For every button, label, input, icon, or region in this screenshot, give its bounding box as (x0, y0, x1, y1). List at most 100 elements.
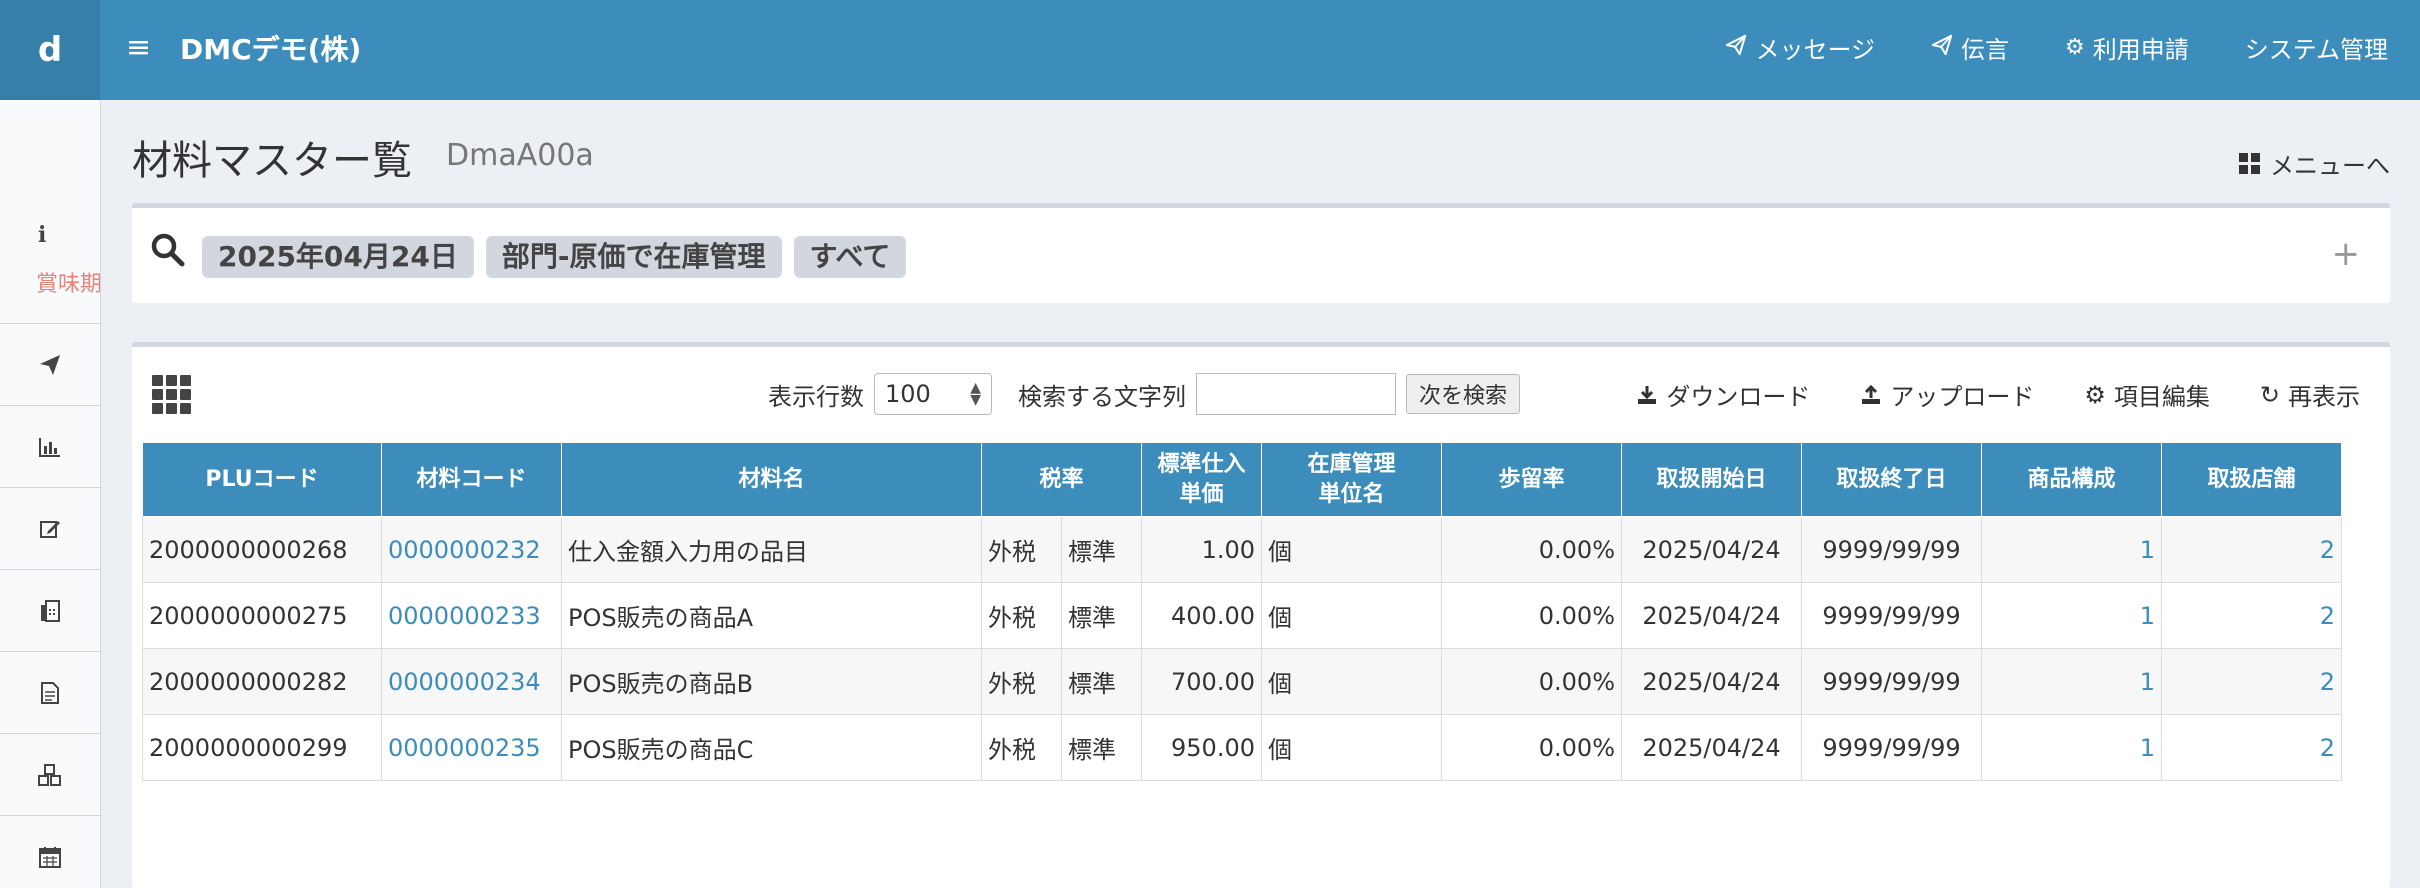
cell-material-code-link[interactable]: 0000000232 (381, 516, 562, 583)
list-toolbar: 表示行数 100 ▲ ▼ 検索する文字列 次を検索 (768, 373, 1521, 415)
cell-price: 950.00 (1141, 714, 1262, 781)
condition-chip-department: 部門-原価で在庫管理 (485, 236, 782, 278)
nav-memo-label: 伝言 (1960, 36, 2009, 64)
cell-yield: 0.00% (1441, 582, 1622, 649)
sidebar-item-document[interactable] (0, 652, 100, 734)
col-header-material-name[interactable]: 材料名 (561, 442, 982, 517)
col-header-yield[interactable]: 歩留率 (1441, 442, 1622, 517)
cell-stores-link[interactable]: 2 (2161, 648, 2342, 715)
cubes-icon (38, 763, 61, 786)
search-condition-chips: 2025年04月24日 部門-原価で在庫管理 すべて (202, 236, 907, 278)
send-icon (1725, 34, 1747, 62)
download-button[interactable]: ダウンロード (1636, 377, 1810, 412)
cell-tax-type: 外税 (981, 516, 1062, 583)
refresh-button[interactable]: ↻ 再表示 (2260, 377, 2360, 412)
find-next-button[interactable]: 次を検索 (1406, 374, 1521, 414)
nav-usage-request[interactable]: ⚙ 利用申請 (2065, 30, 2189, 65)
sidebar-item-fax[interactable] (0, 570, 100, 652)
cell-price: 700.00 (1141, 648, 1262, 715)
cell-yield: 0.00% (1441, 648, 1622, 715)
edit-fields-button[interactable]: ⚙ 項目編集 (2084, 377, 2210, 412)
expand-plus-icon[interactable]: + (2332, 234, 2361, 274)
calendar-icon (39, 846, 61, 868)
sidebar-item-info[interactable]: i 賞味期 (0, 100, 100, 324)
search-string-input[interactable] (1196, 373, 1396, 415)
cell-material-code-link[interactable]: 0000000234 (381, 648, 562, 715)
cell-price: 400.00 (1141, 582, 1262, 649)
sidebar-item-cubes[interactable] (0, 734, 100, 816)
list-actions: ダウンロード アップロード ⚙ 項目編集 ↻ 再表示 (1636, 377, 2360, 412)
download-label: ダウンロード (1666, 383, 1811, 411)
grid-menu-icon[interactable] (152, 375, 191, 414)
cell-price: 1.00 (1141, 516, 1262, 583)
refresh-icon: ↻ (2259, 380, 2280, 409)
col-header-composition[interactable]: 商品構成 (1981, 442, 2162, 517)
cell-composition-link[interactable]: 1 (1981, 582, 2162, 649)
cell-composition-link[interactable]: 1 (1981, 648, 2162, 715)
cell-tax-class: 標準 (1061, 516, 1142, 583)
nav-system-admin[interactable]: システム管理 (2245, 30, 2388, 65)
std-price-line2: 単価 (1179, 481, 1224, 507)
menu-link[interactable]: メニューへ (2239, 146, 2390, 181)
cell-plu: 2000000000268 (142, 516, 382, 583)
upload-button[interactable]: アップロード (1860, 377, 2034, 412)
table-row: 2000000000268 0000000232 仕入金額入力用の品目 外税 標… (142, 516, 2342, 583)
col-header-stores[interactable]: 取扱店舗 (2161, 442, 2342, 517)
cell-composition-link[interactable]: 1 (1981, 714, 2162, 781)
nav-messages[interactable]: メッセージ (1725, 30, 1875, 65)
cell-stores-link[interactable]: 2 (2161, 516, 2342, 583)
cell-end-date: 9999/99/99 (1801, 648, 1982, 715)
cell-composition-link[interactable]: 1 (1981, 516, 2162, 583)
condition-chip-all: すべて (793, 236, 907, 278)
company-name: DMCデモ(株) (180, 33, 362, 66)
sidebar-item-send[interactable] (0, 324, 100, 406)
nav-messages-label: メッセージ (1755, 36, 1875, 64)
nav-memo[interactable]: 伝言 (1931, 30, 2009, 65)
table-header-row: PLUコード 材料コード 材料名 税率 標準仕入 単価 在庫管理単位名 歩留率 取… (142, 442, 2342, 517)
cell-unit: 個 (1261, 714, 1442, 781)
cell-stores-link[interactable]: 2 (2161, 714, 2342, 781)
cell-material-code-link[interactable]: 0000000235 (381, 714, 562, 781)
col-header-plu[interactable]: PLUコード (142, 442, 382, 517)
col-header-stock-unit[interactable]: 在庫管理 単位名 (1261, 442, 1442, 517)
col-header-end-date[interactable]: 取扱終了日 (1801, 442, 1982, 517)
table-row: 2000000000275 0000000233 POS販売の商品A 外税 標準… (142, 582, 2342, 649)
stock-unit-line2: 単位名 (1318, 481, 1385, 507)
col-header-tax-rate[interactable]: 税率 (981, 442, 1142, 517)
cell-unit: 個 (1261, 516, 1442, 583)
col-header-start-date[interactable]: 取扱開始日 (1621, 442, 1802, 517)
top-nav-links: メッセージ 伝言 ⚙ 利用申請 システム管理 (1725, 30, 2388, 65)
search-string-label: 検索する文字列 (1018, 382, 1186, 411)
cell-tax-type: 外税 (981, 648, 1062, 715)
rows-per-page-select[interactable]: 100 ▲ ▼ (874, 373, 992, 415)
rows-label: 表示行数 (768, 382, 864, 411)
nav-usage-request-label: 利用申請 (2092, 36, 2189, 64)
col-header-material-code[interactable]: 材料コード (381, 442, 562, 517)
cell-start-date: 2025/04/24 (1621, 648, 1802, 715)
hamburger-menu-icon[interactable]: ≡ (126, 30, 151, 65)
cell-tax-class: 標準 (1061, 582, 1142, 649)
updown-chevron-icon: ▲ ▼ (970, 380, 981, 408)
top-navbar: d ≡ DMCデモ(株) メッセージ 伝言 ⚙ 利用申請 システム管理 (0, 0, 2420, 100)
cell-plu: 2000000000299 (142, 714, 382, 781)
nav-system-admin-label: システム管理 (2244, 36, 2388, 64)
cell-tax-type: 外税 (981, 582, 1062, 649)
cell-yield: 0.00% (1441, 516, 1622, 583)
col-header-std-price[interactable]: 標準仕入 単価 (1141, 442, 1262, 517)
cell-material-code-link[interactable]: 0000000233 (381, 582, 562, 649)
app-logo[interactable]: d (0, 0, 100, 100)
cell-end-date: 9999/99/99 (1801, 582, 1982, 649)
cell-stores-link[interactable]: 2 (2161, 582, 2342, 649)
cell-start-date: 2025/04/24 (1621, 582, 1802, 649)
condition-chip-date: 2025年04月24日 (202, 236, 474, 278)
cell-plu: 2000000000275 (142, 582, 382, 649)
sidebar-item-calendar[interactable] (0, 816, 100, 888)
stock-unit-line1: 在庫管理 (1307, 451, 1396, 477)
sidebar-item-chart[interactable] (0, 406, 100, 488)
cell-material-name: POS販売の商品B (561, 648, 982, 715)
cell-unit: 個 (1261, 648, 1442, 715)
material-table: PLUコード 材料コード 材料名 税率 標準仕入 単価 在庫管理単位名 歩留率 取… (142, 442, 2342, 781)
search-icon[interactable] (150, 232, 186, 272)
refresh-label: 再表示 (2288, 383, 2360, 411)
sidebar-item-edit[interactable] (0, 488, 100, 570)
